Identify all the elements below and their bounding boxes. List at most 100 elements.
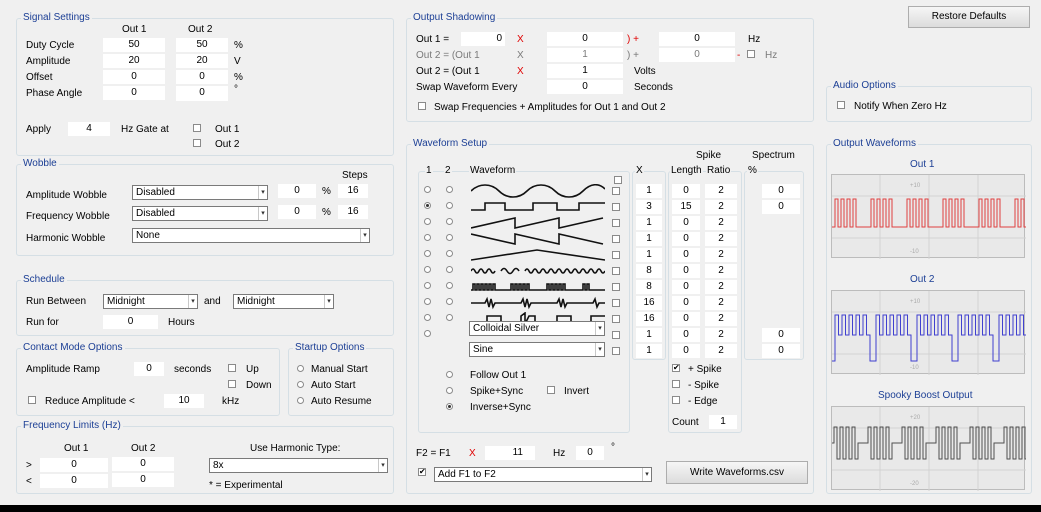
amplitude-wobble-input[interactable]: 0 (278, 184, 316, 198)
schedule-from-select[interactable]: Midnight ▾ (103, 294, 198, 309)
amplitude-out1-input[interactable]: 20 (103, 54, 165, 68)
waveform-shape-7[interactable] (471, 280, 605, 294)
add-f1-select[interactable]: Add F1 to F2 ▾ (434, 467, 652, 482)
spectrum-pct-input[interactable]: 0 (762, 344, 800, 358)
freq-min-out2-input[interactable]: 0 (112, 457, 174, 471)
spectrum-pct-input[interactable]: 0 (762, 328, 800, 342)
waveform-out1-radio[interactable] (424, 234, 431, 241)
frequency-wobble-input[interactable]: 0 (278, 205, 316, 219)
duty-cycle-out1-input[interactable]: 50 (103, 38, 165, 52)
spike-ratio-input[interactable]: 2 (705, 296, 737, 310)
waveform-out2-radio[interactable] (446, 202, 453, 209)
shadow-negate-checkbox[interactable] (747, 50, 755, 58)
manual-start-radio[interactable] (297, 365, 304, 372)
waveform-x-input[interactable]: 8 (636, 264, 662, 278)
waveform-select-checkbox[interactable] (612, 187, 620, 195)
waveform-out1-radio[interactable] (424, 330, 431, 337)
auto-resume-radio[interactable] (297, 397, 304, 404)
amplitude-wobble-select[interactable]: Disabled ▾ (132, 185, 268, 200)
shadow-out2-freq-add-input[interactable]: 0 (659, 48, 735, 62)
waveform-shape-3[interactable] (470, 216, 605, 230)
waveform-select-checkbox[interactable] (612, 315, 620, 323)
waveform-out2-radio[interactable] (446, 218, 453, 225)
invert-checkbox[interactable] (547, 386, 555, 394)
waveform-shape-2[interactable] (471, 200, 605, 214)
waveform-x-input[interactable]: 3 (636, 200, 662, 214)
reduce-amplitude-input[interactable]: 10 (164, 394, 204, 408)
waveform-select-checkbox[interactable] (612, 251, 620, 259)
spike-ratio-input[interactable]: 2 (705, 264, 737, 278)
spike-ratio-input[interactable]: 2 (705, 232, 737, 246)
waveform-out1-radio[interactable] (424, 314, 431, 321)
minus-spike-checkbox[interactable] (672, 380, 680, 388)
shadow-out1-add-input[interactable]: 0 (659, 32, 735, 46)
gate-out2-checkbox[interactable] (193, 139, 201, 147)
offset-out2-input[interactable]: 0 (176, 70, 228, 84)
spike-length-input[interactable]: 0 (672, 216, 700, 230)
waveform-select-checkbox[interactable] (612, 347, 620, 355)
add-f1-checkbox[interactable]: ✔ (418, 468, 426, 476)
waveform-x-input[interactable]: 1 (636, 184, 662, 198)
waveform-shape-5[interactable] (470, 248, 606, 262)
spike-ratio-input[interactable]: 2 (705, 200, 737, 214)
waveform-x-input[interactable]: 8 (636, 280, 662, 294)
run-for-hours-input[interactable]: 0 (103, 315, 158, 329)
spike-length-input[interactable]: 0 (672, 264, 700, 278)
minus-edge-checkbox[interactable] (672, 396, 680, 404)
gate-out1-checkbox[interactable] (193, 124, 201, 132)
follow-out1-radio[interactable] (446, 371, 453, 378)
waveform-out1-radio[interactable] (424, 250, 431, 257)
waveform-out1-radio[interactable] (424, 202, 431, 209)
waveform-preset2-select[interactable]: Sine ▾ (469, 342, 605, 357)
swap-waveform-input[interactable]: 0 (547, 80, 623, 94)
spike-ratio-input[interactable]: 2 (705, 328, 737, 342)
spike-length-input[interactable]: 0 (672, 328, 700, 342)
waveform-out1-radio[interactable] (424, 218, 431, 225)
shadow-out2-freq-mult-input[interactable]: 1 (547, 48, 623, 62)
apply-hz-input[interactable]: 4 (68, 122, 110, 136)
waveform-out2-radio[interactable] (446, 298, 453, 305)
spike-sync-radio[interactable] (446, 387, 453, 394)
waveform-x-input[interactable]: 1 (636, 328, 662, 342)
amplitude-wobble-steps-input[interactable]: 16 (338, 184, 368, 198)
swap-frequencies-checkbox[interactable] (418, 102, 426, 110)
duty-cycle-out2-input[interactable]: 50 (176, 38, 228, 52)
spectrum-pct-input[interactable]: 0 (762, 184, 800, 198)
shadow-out2-volt-mult-input[interactable]: 1 (547, 64, 623, 78)
harmonic-type-select[interactable]: 8x ▾ (209, 458, 388, 473)
waveform-x-input[interactable]: 16 (636, 312, 662, 326)
waveform-select-checkbox[interactable] (612, 203, 620, 211)
waveform-out1-radio[interactable] (424, 186, 431, 193)
write-waveforms-button[interactable]: Write Waveforms.csv (666, 461, 808, 484)
waveform-x-input[interactable]: 1 (636, 344, 662, 358)
spectrum-pct-input[interactable]: 0 (762, 200, 800, 214)
spike-length-input[interactable]: 0 (672, 344, 700, 358)
spike-length-input[interactable]: 0 (672, 248, 700, 262)
phase-angle-out1-input[interactable]: 0 (103, 86, 165, 100)
waveform-out2-radio[interactable] (446, 266, 453, 273)
spike-ratio-input[interactable]: 2 (705, 184, 737, 198)
freq-min-out1-input[interactable]: 0 (40, 458, 108, 472)
amplitude-out2-input[interactable]: 20 (176, 54, 228, 68)
ramp-up-checkbox[interactable] (228, 364, 236, 372)
spike-length-input[interactable]: 0 (672, 232, 700, 246)
waveform-select-checkbox[interactable] (612, 267, 620, 275)
spike-length-input[interactable]: 0 (672, 312, 700, 326)
shadow-out1-mult-input[interactable]: 0 (547, 32, 623, 46)
amplitude-ramp-input[interactable]: 0 (134, 362, 164, 376)
frequency-wobble-select[interactable]: Disabled ▾ (132, 206, 268, 221)
inverse-sync-radio[interactable] (446, 403, 453, 410)
spike-ratio-input[interactable]: 2 (705, 216, 737, 230)
schedule-to-select[interactable]: Midnight ▾ (233, 294, 334, 309)
spike-length-input[interactable]: 0 (672, 184, 700, 198)
count-input[interactable]: 1 (709, 415, 737, 429)
waveform-preset1-select[interactable]: Colloidal Silver ▾ (469, 321, 605, 336)
ramp-down-checkbox[interactable] (228, 380, 236, 388)
spike-ratio-input[interactable]: 2 (705, 280, 737, 294)
spike-ratio-input[interactable]: 2 (705, 344, 737, 358)
spike-ratio-input[interactable]: 2 (705, 248, 737, 262)
waveform-x-input[interactable]: 1 (636, 248, 662, 262)
waveform-out2-radio[interactable] (446, 186, 453, 193)
waveform-all-checkbox[interactable] (614, 176, 622, 184)
plus-spike-checkbox[interactable]: ✔ (672, 364, 680, 372)
